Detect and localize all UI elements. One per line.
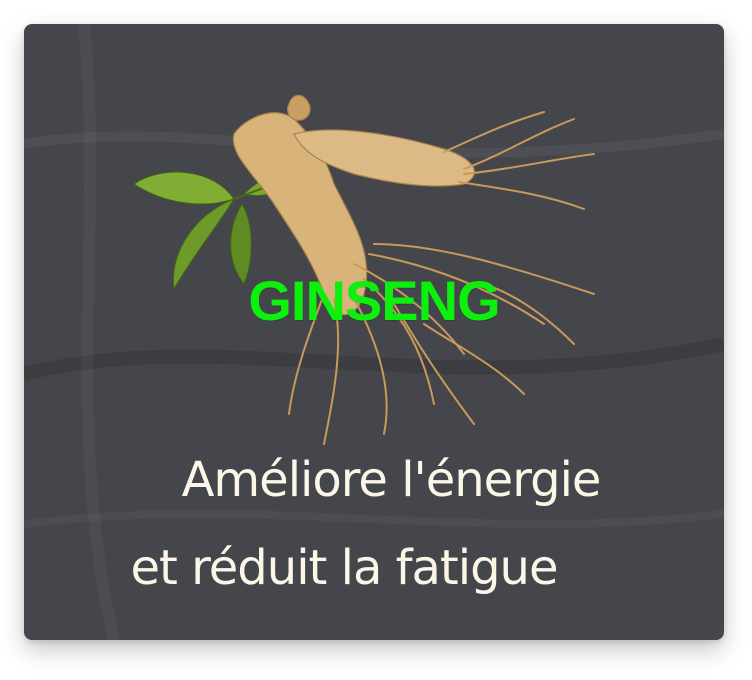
product-name: GINSENG <box>248 269 500 332</box>
benefit-text-line-2: et réduit la fatigue <box>130 540 558 596</box>
ginseng-root-with-leaves-icon <box>133 94 595 445</box>
benefit-text-line-1: Améliore l'énergie <box>181 452 602 508</box>
product-card: GINSENG Améliore l'énergie et réduit la … <box>24 24 724 640</box>
